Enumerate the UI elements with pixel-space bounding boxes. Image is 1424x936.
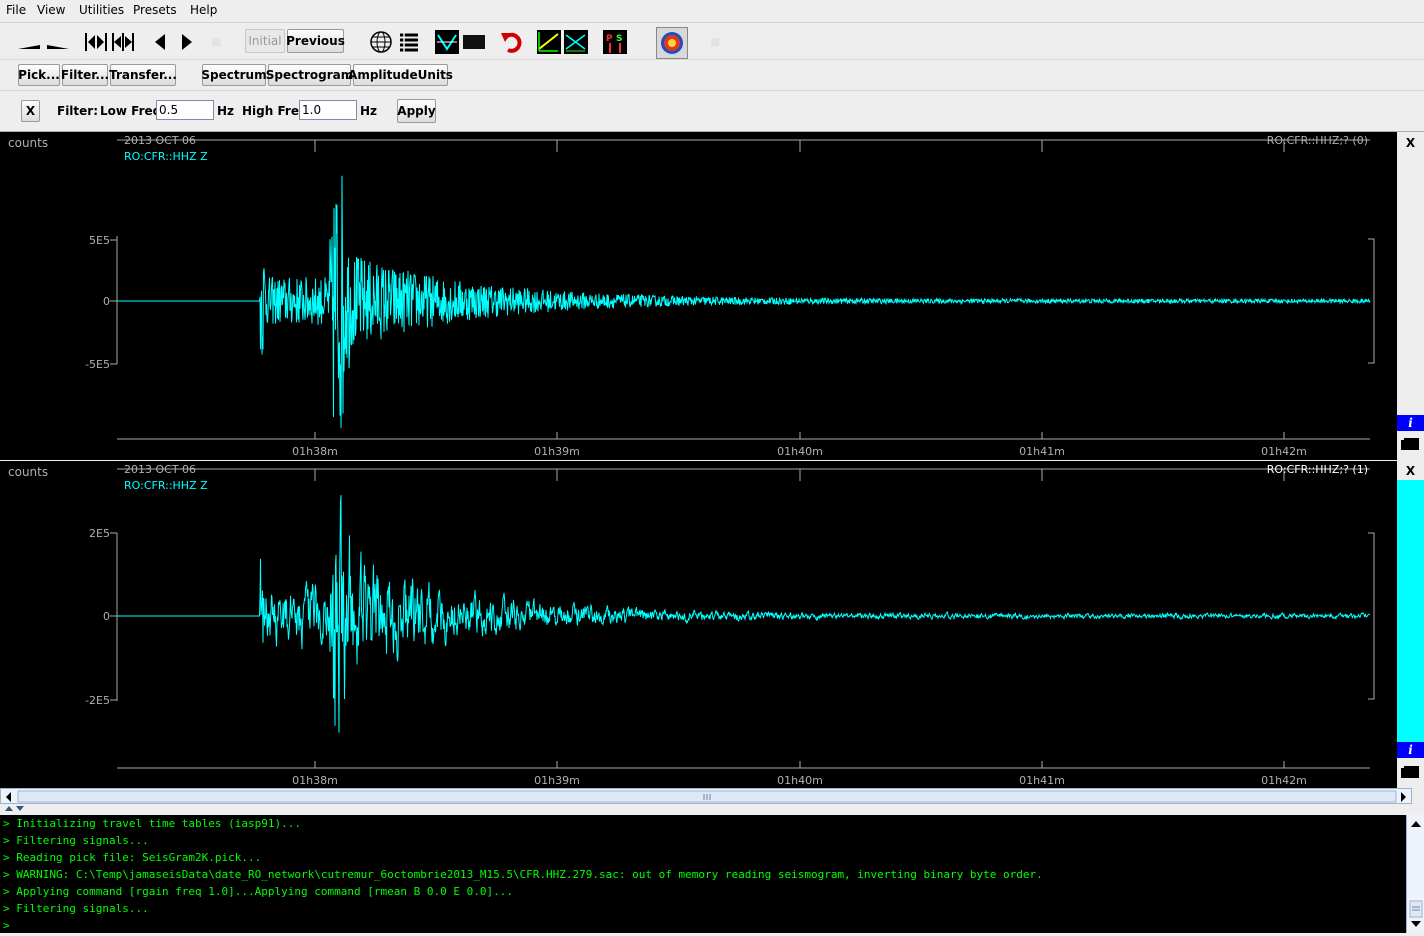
y-tick-label: -2E5 (85, 694, 110, 707)
filter-bar: X Filter: Low Freq: Hz High Freq: Hz App… (0, 91, 1424, 132)
console-line: > Initializing travel time tables (iasp9… (3, 817, 302, 830)
date-label: 2013 OCT 06 (124, 134, 196, 147)
seismogram-plot-1[interactable]: 01h38m 01h39m 01h40m 01h41m 01h42m counts 20… (0, 461, 1397, 788)
trace-side-0: X i (1397, 132, 1424, 460)
window-icon[interactable] (1401, 766, 1419, 778)
menu-help[interactable]: Help (190, 3, 217, 17)
close-filter-button[interactable]: X (21, 100, 40, 122)
x-tick-label: 01h39m (534, 774, 580, 787)
y-tick-label: -5E5 (85, 358, 110, 371)
close-trace-button[interactable]: X (1397, 462, 1424, 480)
console-scrollbar[interactable] (1406, 815, 1424, 933)
info-icon[interactable]: i (1397, 415, 1424, 431)
y-tick-label: 0 (103, 610, 110, 623)
disabled-icon-2 (702, 29, 728, 55)
next-icon[interactable] (174, 29, 200, 55)
selection-indicator (1397, 480, 1424, 742)
spectrogram-button[interactable]: Spectrogram (266, 64, 353, 86)
filter-button[interactable]: Filter... (61, 64, 109, 86)
zoom-in-icon[interactable] (45, 29, 71, 55)
y-tick-label: 0 (103, 295, 110, 308)
menu-view[interactable]: View (37, 3, 65, 17)
horizontal-scrollbar[interactable] (0, 788, 1412, 804)
menu-file[interactable]: File (6, 3, 26, 17)
high-freq-unit: Hz (360, 104, 378, 118)
console-output: > Initializing travel time tables (iasp9… (0, 815, 1406, 933)
x-tick-label: 01h40m (777, 445, 823, 458)
trace-side-1: X i (1397, 461, 1424, 788)
x-tick-label: 01h41m (1019, 774, 1065, 787)
align-icon[interactable] (434, 29, 460, 55)
console-line: > Filtering signals... (3, 902, 149, 915)
filter-label: Filter: (57, 104, 99, 118)
particle-motion-icon[interactable] (563, 29, 589, 55)
y-tick-label: 5E5 (89, 234, 110, 247)
trace-id-label: RO:CFR::HHZ;? (1) (1267, 463, 1368, 476)
seismogram-panel-0[interactable]: 01h38m 01h39m 01h40m 01h41m 01h42m counts 20… (0, 132, 1397, 460)
logo-icon[interactable] (656, 27, 688, 59)
units-label: counts (8, 136, 48, 150)
main-toolbar: Initial Previous PS (0, 23, 1424, 60)
seismogram-panel-1[interactable]: 01h38m 01h39m 01h40m 01h41m 01h42m counts 20… (0, 461, 1397, 788)
list-icon[interactable] (396, 29, 422, 55)
date-label: 2013 OCT 06 (124, 463, 196, 476)
rotate-icon[interactable] (536, 29, 562, 55)
console-line: > Filtering signals... (3, 834, 149, 847)
x-tick-label: 01h42m (1261, 445, 1307, 458)
amplitude-units-button[interactable]: AmplitudeUnits (348, 64, 453, 86)
x-tick-label: 01h41m (1019, 445, 1065, 458)
units-label: counts (8, 465, 48, 479)
high-freq-input[interactable] (299, 100, 357, 120)
action-toolbar: Pick... Filter... Transfer... Spectrum S… (0, 60, 1424, 91)
svg-text:P: P (606, 34, 613, 44)
x-tick-label: 01h40m (777, 774, 823, 787)
x-tick-label: 01h38m (292, 445, 338, 458)
x-tick-label: 01h42m (1261, 774, 1307, 787)
info-icon[interactable]: i (1397, 742, 1424, 758)
x-tick-label: 01h38m (292, 774, 338, 787)
console-line: > (3, 919, 10, 932)
previous-icon[interactable] (147, 29, 173, 55)
console-line: > Reading pick file: SeisGram2K.pick... (3, 851, 262, 864)
menu-presets[interactable]: Presets (133, 3, 177, 17)
menu-utilities[interactable]: Utilities (79, 3, 124, 17)
spectrum-button[interactable]: Spectrum (201, 64, 267, 86)
zoom-out-icon[interactable] (16, 29, 42, 55)
station-label: RO:CFR::HHZ Z (124, 150, 208, 163)
x-tick-label: 01h39m (534, 445, 580, 458)
menu-bar: File View Utilities Presets Help (0, 0, 1424, 23)
trace-id-label: RO:CFR::HHZ;? (0) (1267, 134, 1368, 147)
fit-all-icon[interactable] (110, 29, 136, 55)
pick-button[interactable]: Pick... (18, 64, 60, 86)
ps-icon[interactable]: PS (602, 29, 628, 55)
low-freq-unit: Hz (217, 104, 235, 118)
y-tick-label: 2E5 (89, 527, 110, 540)
console-line: > Applying command [rgain freq 1.0]...Ap… (3, 885, 513, 898)
map-icon[interactable] (368, 29, 394, 55)
svg-text:S: S (616, 34, 622, 44)
transfer-button[interactable]: Transfer... (109, 64, 177, 86)
initial-button[interactable]: Initial (245, 29, 285, 53)
collapse-icon[interactable] (4, 804, 28, 814)
fit-start-icon[interactable] (83, 29, 109, 55)
undo-icon[interactable] (499, 29, 525, 55)
station-label: RO:CFR::HHZ Z (124, 479, 208, 492)
console-line: > WARNING: C:\Temp\jamaseisData\date_RO_… (3, 868, 1043, 881)
disabled-icon (204, 29, 230, 55)
previous-button[interactable]: Previous (286, 29, 345, 53)
close-trace-button[interactable]: X (1397, 134, 1424, 152)
seismogram-plot-0[interactable]: 01h38m 01h39m 01h40m 01h41m 01h42m counts 20… (0, 132, 1397, 460)
window-icon[interactable] (1401, 438, 1419, 450)
stop-icon[interactable] (461, 29, 487, 55)
low-freq-input[interactable] (156, 100, 214, 120)
apply-button[interactable]: Apply (397, 99, 436, 123)
